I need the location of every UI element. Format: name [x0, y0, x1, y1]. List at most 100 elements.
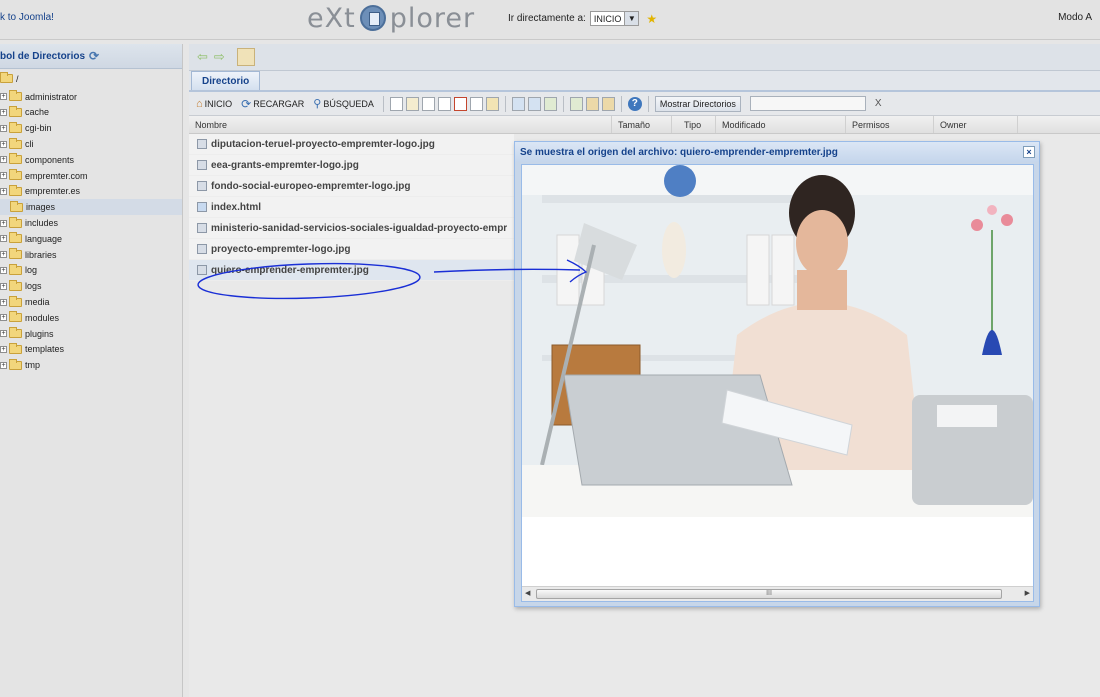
- file-row[interactable]: fondo-social-europeo-empremter-logo.jpg: [189, 176, 514, 197]
- tree-item-templates[interactable]: + templates: [0, 342, 182, 358]
- tree-item-media[interactable]: + media: [0, 294, 182, 310]
- show-directories-button[interactable]: Mostrar Directorios: [654, 95, 741, 112]
- expand-icon[interactable]: +: [0, 282, 7, 290]
- expand-icon[interactable]: +: [0, 219, 7, 227]
- expand-icon[interactable]: +: [0, 251, 7, 259]
- search-button[interactable]: ⚲ BÚSQUEDA: [310, 97, 377, 110]
- tree-item-components[interactable]: + components: [0, 152, 182, 168]
- expand-icon[interactable]: +: [0, 330, 7, 338]
- tree-item-modules[interactable]: + modules: [0, 310, 182, 326]
- reload-button[interactable]: ⟳ RECARGAR: [238, 97, 307, 111]
- expand-icon[interactable]: +: [0, 172, 7, 180]
- diff-file-icon[interactable]: [527, 96, 541, 111]
- tree-item-images[interactable]: images: [0, 199, 182, 216]
- edit-file-icon[interactable]: [405, 96, 419, 111]
- file-row[interactable]: proyecto-empremter-logo.jpg: [189, 239, 514, 260]
- tree-item-cli[interactable]: + cli: [0, 136, 182, 152]
- directory-tree-panel: bol de Directorios ⟳ / + administrator + ca…: [0, 44, 183, 697]
- tree-item-language[interactable]: + language: [0, 231, 182, 247]
- expand-icon[interactable]: +: [0, 140, 7, 148]
- scroll-thumb[interactable]: III: [536, 589, 1002, 599]
- home-label: INICIO: [204, 98, 233, 109]
- expand-icon[interactable]: +: [0, 156, 7, 164]
- file-row[interactable]: diputacion-teruel-proyecto-empremter-log…: [189, 134, 514, 155]
- column-permissions[interactable]: Permisos: [846, 116, 934, 133]
- reload-tree-icon[interactable]: ⟳: [89, 49, 99, 63]
- home-button[interactable]: ⌂ INICIO: [193, 98, 235, 110]
- back-to-joomla-link[interactable]: k to Joomla!: [0, 12, 54, 23]
- tree-item-label: tmp: [25, 360, 41, 371]
- tree-item-plugins[interactable]: + plugins: [0, 326, 182, 342]
- tree-item-label: templates: [25, 344, 65, 355]
- tree-item-libraries[interactable]: + libraries: [0, 247, 182, 263]
- expand-icon[interactable]: +: [0, 298, 7, 306]
- column-size[interactable]: Tamaño: [612, 116, 672, 133]
- scroll-left-icon[interactable]: ◀: [525, 589, 530, 597]
- expand-icon[interactable]: +: [0, 124, 7, 132]
- expand-icon[interactable]: +: [0, 93, 7, 101]
- chevron-down-icon[interactable]: ▼: [624, 12, 639, 25]
- expand-icon[interactable]: +: [0, 266, 7, 274]
- scroll-right-icon[interactable]: ▶: [1025, 589, 1030, 597]
- column-type[interactable]: Tipo: [672, 116, 716, 133]
- tree-item-cache[interactable]: + cache: [0, 105, 182, 121]
- file-name: eea-grants-empremter-logo.jpg: [211, 159, 359, 171]
- folder-icon: [9, 169, 22, 181]
- copy-file-icon[interactable]: [421, 96, 435, 111]
- expand-icon[interactable]: +: [0, 187, 7, 195]
- expand-icon[interactable]: +: [0, 314, 7, 322]
- tree-item-tmp[interactable]: + tmp: [0, 357, 182, 373]
- file-row[interactable]: eea-grants-empremter-logo.jpg: [189, 155, 514, 176]
- clear-filter-button[interactable]: X: [875, 98, 882, 109]
- tree-item-empremter-es[interactable]: + empremter.es: [0, 184, 182, 200]
- tree-item-label: administrator: [25, 91, 78, 102]
- column-name[interactable]: Nombre: [189, 116, 612, 133]
- delete-file-icon[interactable]: [453, 96, 467, 111]
- search-icon: ⚲: [313, 98, 322, 110]
- move-file-icon[interactable]: [437, 96, 451, 111]
- close-icon[interactable]: ×: [1023, 146, 1035, 158]
- tree-item-administrator[interactable]: + administrator: [0, 89, 182, 105]
- goto-select[interactable]: INICIO ▼: [589, 11, 640, 26]
- preview-titlebar[interactable]: Se muestra el origen del archivo: quiero…: [515, 142, 1039, 162]
- permissions-icon[interactable]: [485, 96, 499, 111]
- tree-item-root[interactable]: /: [0, 71, 182, 87]
- folder-icon: [9, 137, 22, 149]
- folder-icon: [9, 121, 22, 133]
- forward-arrow-icon[interactable]: ⇨: [214, 49, 225, 65]
- upload-icon[interactable]: [569, 96, 583, 111]
- file-row[interactable]: ministerio-sanidad-servicios-sociales-ig…: [189, 218, 514, 239]
- new-file-icon[interactable]: [389, 96, 403, 111]
- expand-icon[interactable]: +: [0, 345, 7, 353]
- column-owner[interactable]: Owner: [934, 116, 1018, 133]
- tree-item-logs[interactable]: + logs: [0, 278, 182, 294]
- back-arrow-icon[interactable]: ⇦: [197, 49, 208, 65]
- tab-directorio[interactable]: Directorio: [191, 71, 261, 90]
- tree-item-includes[interactable]: + includes: [0, 215, 182, 231]
- document-icon[interactable]: [236, 48, 255, 66]
- folder-icon: [9, 248, 22, 260]
- expand-icon[interactable]: +: [0, 108, 7, 116]
- file-grid-header: Nombre Tamaño Tipo Modificado Permisos O…: [189, 116, 1100, 134]
- extract-icon[interactable]: [601, 96, 615, 111]
- column-modified[interactable]: Modificado: [716, 116, 846, 133]
- expand-icon[interactable]: +: [0, 361, 7, 369]
- help-icon[interactable]: ?: [627, 96, 642, 111]
- folder-icon: [9, 279, 22, 291]
- tree-item-label: empremter.com: [25, 170, 88, 181]
- expand-icon[interactable]: +: [0, 235, 7, 243]
- tree-item-cgi-bin[interactable]: + cgi-bin: [0, 120, 182, 136]
- folder-icon: [9, 105, 22, 117]
- file-row[interactable]: quiero-emprender-empremter.jpg: [189, 260, 514, 281]
- tree-item-empremter-com[interactable]: + empremter.com: [0, 168, 182, 184]
- filter-input[interactable]: [749, 96, 866, 111]
- horizontal-scrollbar[interactable]: ◀ III ▶: [522, 586, 1033, 601]
- rename-file-icon[interactable]: [469, 96, 483, 111]
- view-file-icon[interactable]: [511, 96, 525, 111]
- file-row[interactable]: index.html: [189, 197, 514, 218]
- download-icon[interactable]: [543, 96, 557, 111]
- star-icon[interactable]: ★: [646, 12, 657, 26]
- tree-item-log[interactable]: + log: [0, 263, 182, 279]
- tree-item-label: images: [26, 202, 56, 213]
- archive-icon[interactable]: [585, 96, 599, 111]
